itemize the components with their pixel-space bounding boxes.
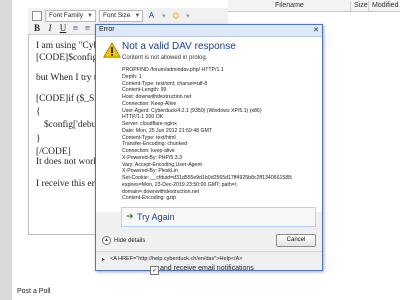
detail-line: Date: Mon, 25 Jun 2012 21:59:48 GMT: [122, 127, 212, 134]
font-size-select[interactable]: Font Size ▼: [98, 9, 144, 22]
chevron-down-icon: ▼: [134, 12, 141, 19]
dropdown-arrow-icon[interactable]: ▾: [159, 12, 168, 20]
align-left-icon[interactable]: ≡: [71, 24, 80, 32]
try-again-button[interactable]: ➔ Try Again: [121, 207, 316, 227]
dialog-title: Not a valid DAV response: [122, 41, 236, 52]
file-list-header: Filename Size Modified: [228, 0, 400, 12]
help-link[interactable]: ▸ <A HREF="http://help.cyberduck.ch/en/d…: [102, 256, 243, 263]
left-margin-strip: [0, 0, 12, 300]
column-header-modified[interactable]: Modified: [368, 1, 400, 11]
align-center-icon[interactable]: ≡: [83, 24, 92, 32]
dialog-body: Not a valid DAV response Content is not …: [96, 37, 322, 212]
detail-line: X-Powered-By: PleskLin: [122, 168, 178, 175]
editor-line: but When I try th: [36, 73, 102, 83]
detail-line: Transfer-Encoding: chunked: [122, 141, 187, 148]
bold-button[interactable]: B: [32, 23, 42, 33]
editor-line: It does not work f: [36, 157, 104, 167]
hide-details-label: Hide details: [114, 237, 146, 244]
font-family-label: Font Family: [49, 11, 83, 19]
close-icon[interactable]: ✕: [312, 26, 320, 34]
cancel-button[interactable]: Cancel: [276, 234, 316, 247]
help-link-text: <A HREF="http://help.cyberduck.ch/en/dav…: [110, 256, 243, 262]
dialog-window-title: Error: [99, 26, 115, 33]
detail-line: Server: cloudflare-nginx: [122, 121, 177, 127]
detail-line: HTTP/1.1 200 OK: [122, 114, 164, 121]
email-notify-checkbox[interactable]: ✓: [150, 266, 159, 275]
editor-line: $config['debug': [44, 120, 103, 130]
detail-line: Set-Cookie: __cfduid=d31d555e9d1b0d2565d…: [122, 175, 293, 181]
arrow-right-icon: ➔: [126, 212, 134, 222]
column-header-size[interactable]: Size: [350, 1, 370, 11]
detail-line: Content-Type: text/html: [122, 134, 176, 141]
detail-line: Content-Length: 99: [122, 87, 167, 94]
email-notify-label: and receive email notifications: [160, 265, 254, 272]
detail-line: X-Powered-By: PHP/5.3.3: [122, 154, 182, 161]
toolbar-row-1: Font Family ▼ Font Size ▼ A ▾ ☺ ▾: [32, 9, 192, 22]
detail-line: Connection: Keep-Alive: [122, 100, 177, 107]
detail-line: expires=Mon, 23-Dec-2019 23:50:00 GMT; p…: [122, 181, 238, 188]
font-size-label: Font Size: [102, 11, 131, 19]
divider: [96, 251, 322, 252]
chevron-down-icon: ▼: [87, 12, 93, 19]
font-color-button[interactable]: A: [146, 11, 156, 21]
smiley-icon[interactable]: ☺: [171, 12, 180, 20]
italic-button[interactable]: I: [45, 23, 55, 33]
dropdown-arrow-icon[interactable]: ▾: [183, 12, 192, 20]
try-again-label: Try Again: [137, 212, 175, 222]
font-family-select[interactable]: Font Family ▼: [45, 9, 96, 22]
detail-line: PROPFIND /forum/admindav.php/ HTTP/1.1: [122, 67, 224, 73]
detail-line: domain=.downwithdestruction.net: [122, 188, 200, 195]
toolbar-square-icon[interactable]: [32, 10, 42, 21]
detail-line: User-Agent: Cyberduck/4.2.1 (9350) (Wind…: [122, 107, 262, 114]
warning-icon: [103, 42, 121, 58]
dialog-subtitle: Content is not allowed in prolog.: [122, 55, 208, 61]
chevron-up-icon: ▲: [102, 236, 111, 245]
error-dialog: Error ✕ Not a valid DAV response Content…: [95, 24, 323, 271]
error-details: PROPFIND /forum/admindav.php/ HTTP/1.1 D…: [122, 67, 318, 202]
detail-line: Depth: 1: [122, 73, 142, 80]
dialog-titlebar[interactable]: Error ✕: [96, 25, 322, 37]
detail-line: Connection: keep-alive: [122, 148, 175, 154]
underline-button[interactable]: U: [58, 23, 68, 33]
editor-line: {: [36, 107, 41, 117]
post-poll-heading: Post a Poll: [17, 288, 51, 295]
detail-line: Host: downwithdestruction.net: [122, 94, 192, 100]
editor-line: }: [36, 134, 41, 144]
info-icon: ▸: [102, 257, 106, 263]
toolbar-row-2: B I U ≡ ≡ ≡: [32, 22, 104, 33]
hide-details-toggle[interactable]: ▲ Hide details: [102, 236, 145, 245]
detail-line: Content-Encoding: gzip: [122, 195, 176, 202]
detail-line: Content-Type: text/xml; charset=utf-8: [122, 80, 208, 87]
detail-line: Vary: Accept-Encoding,User-Agent: [122, 161, 202, 168]
